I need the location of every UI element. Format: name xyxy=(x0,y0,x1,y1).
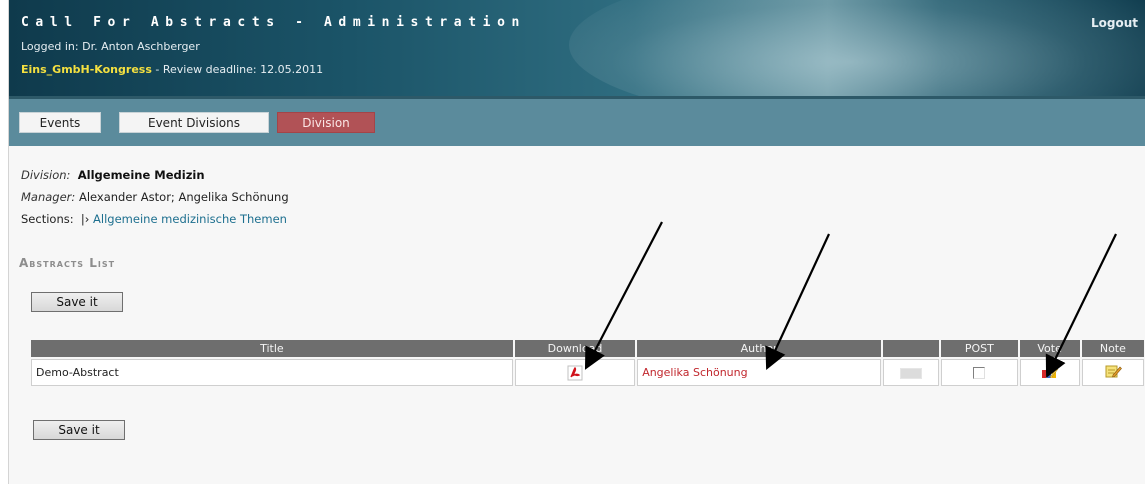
nav-bar: Events Event Divisions Division xyxy=(9,96,1145,146)
abstracts-table: Title Download Author POST Vote Note Dem… xyxy=(29,338,1145,388)
manager-line: Manager: Alexander Astor; Angelika Schön… xyxy=(21,190,289,204)
status-cell xyxy=(883,359,940,386)
division-label: Division: xyxy=(21,168,71,182)
manager-label: Manager: xyxy=(21,190,76,204)
note-cell xyxy=(1081,359,1144,386)
section-link[interactable]: Allgemeine medizinische Themen xyxy=(93,212,287,226)
tab-event-divisions[interactable]: Event Divisions xyxy=(119,112,269,133)
app-frame: Call For Abstracts - Administration Logo… xyxy=(8,0,1145,484)
vote-chart-icon[interactable] xyxy=(1041,363,1059,382)
post-cell xyxy=(941,359,1018,386)
logout-link[interactable]: Logout xyxy=(1091,16,1138,30)
post-checkbox[interactable] xyxy=(973,367,986,379)
main-content: Division: Allgemeine Medizin Manager: Al… xyxy=(9,146,1145,484)
abstracts-list-title: Abstracts List xyxy=(19,256,116,270)
sections-separator: |› xyxy=(80,212,90,226)
column-header-title[interactable]: Title xyxy=(31,340,513,357)
division-line: Division: Allgemeine Medizin xyxy=(21,168,205,182)
column-header-vote: Vote xyxy=(1019,340,1080,357)
header: Call For Abstracts - Administration Logo… xyxy=(9,0,1145,96)
division-value: Allgemeine Medizin xyxy=(77,168,205,182)
column-header-note: Note xyxy=(1081,340,1144,357)
logged-in-user: Logged in: Dr. Anton Aschberger xyxy=(21,40,200,53)
sections-line: Sections: |› Allgemeine medizinische The… xyxy=(21,212,287,226)
event-info: Eins_GmbH-Kongress - Review deadline: 12… xyxy=(21,63,323,76)
sections-label: Sections: xyxy=(21,212,74,226)
note-pencil-icon[interactable] xyxy=(1104,363,1122,382)
save-button-top[interactable]: Save it xyxy=(31,292,123,312)
table-header-row: Title Download Author POST Vote Note xyxy=(31,340,1144,357)
abstract-title[interactable]: Demo-Abstract xyxy=(31,359,513,386)
tab-division[interactable]: Division xyxy=(277,112,375,133)
status-swatch xyxy=(900,367,923,379)
author-name[interactable]: Angelika Schönung xyxy=(637,359,882,386)
download-cell xyxy=(514,359,636,386)
app-title: Call For Abstracts - Administration xyxy=(21,15,526,30)
event-name: Eins_GmbH-Kongress xyxy=(21,63,152,76)
column-header-blank xyxy=(883,340,940,357)
table-row: Demo-Abstract Angelika Schönung xyxy=(31,359,1144,386)
column-header-post: POST xyxy=(941,340,1018,357)
tab-events[interactable]: Events xyxy=(19,112,101,133)
review-deadline: - Review deadline: 12.05.2011 xyxy=(151,63,324,76)
manager-value: Alexander Astor; Angelika Schönung xyxy=(78,190,289,204)
column-header-download: Download xyxy=(514,340,636,357)
header-decoration xyxy=(569,0,1145,96)
column-header-author[interactable]: Author xyxy=(637,340,882,357)
pdf-icon[interactable] xyxy=(567,365,583,381)
save-button-bottom[interactable]: Save it xyxy=(33,420,125,440)
vote-cell xyxy=(1019,359,1080,386)
